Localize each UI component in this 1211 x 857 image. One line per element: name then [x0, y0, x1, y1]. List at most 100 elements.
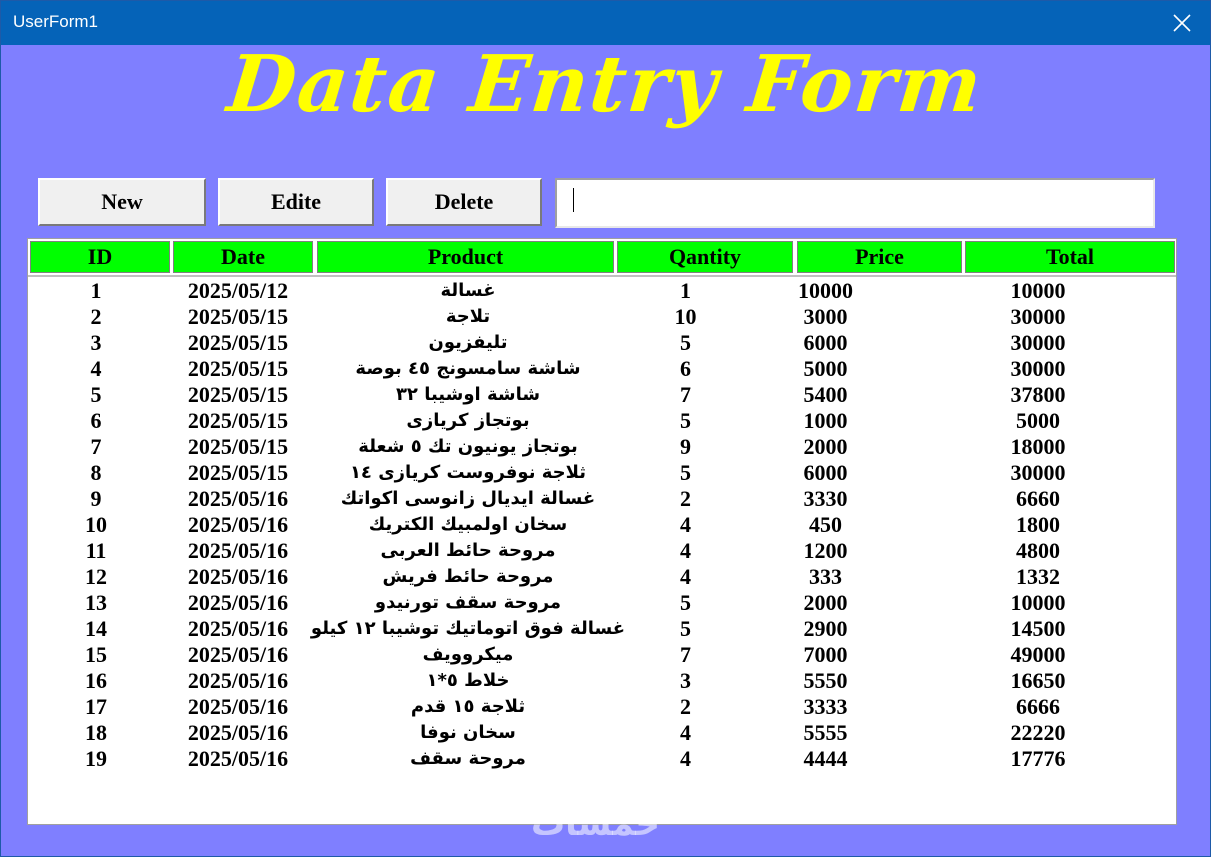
- table-row[interactable]: 10 2025/05/16 سخان اولمبيك الكتريك 4 450 1800: [28, 512, 1176, 538]
- table-row[interactable]: 6 2025/05/15 بوتجاز كريازى 5 1000 5000: [28, 408, 1176, 434]
- cell-product: تليفزيون: [428, 332, 508, 353]
- cell-price: 3333: [803, 694, 848, 719]
- cell-total: 18000: [1010, 434, 1066, 459]
- search-input[interactable]: [555, 178, 1155, 228]
- cell-total: 6666: [1016, 694, 1060, 719]
- cell-total: 10000: [1010, 278, 1066, 303]
- data-listbox[interactable]: ID Date Product Qantity Price Total 1 202…: [27, 238, 1177, 825]
- cell-date: 2025/05/15: [187, 330, 289, 355]
- cell-price: 7000: [803, 642, 848, 667]
- cell-id: 9: [90, 486, 102, 511]
- cell-product: تلاجة: [445, 306, 491, 327]
- cell-quantity: 4: [680, 746, 691, 771]
- cell-id: 6: [90, 408, 102, 433]
- cell-total: 1332: [1016, 564, 1060, 589]
- cell-product: غسالة ايديال زانوسى اكواتك: [340, 488, 596, 509]
- cell-date: 2025/05/15: [187, 460, 289, 485]
- cell-price: 1000: [803, 408, 848, 433]
- table-row[interactable]: 12 2025/05/16 مروحة حائط فريش 4 333 1332: [28, 564, 1176, 590]
- table-row[interactable]: 11 2025/05/16 مروحة حائط العربى 4 1200 4800: [28, 538, 1176, 564]
- cell-price: 2000: [803, 590, 848, 615]
- cell-product: غسالة فوق اتوماتيك توشيبا ١٢ كيلو: [310, 618, 626, 639]
- edit-button[interactable]: Edite: [218, 178, 374, 226]
- cell-quantity: 7: [680, 642, 691, 667]
- table-row[interactable]: 14 2025/05/16 غسالة فوق اتوماتيك توشيبا ١٢…: [28, 616, 1176, 642]
- table-row[interactable]: 17 2025/05/16 ثلاجة ١٥ قدم 2 3333 6666: [28, 694, 1176, 720]
- column-header-quantity[interactable]: Qantity: [617, 241, 793, 273]
- table-row[interactable]: 5 2025/05/15 شاشة اوشيبا ٣٢ 7 5400 37800: [28, 382, 1176, 408]
- column-header-id[interactable]: ID: [30, 241, 170, 273]
- cell-product: خلاط ٥*١: [426, 670, 510, 691]
- cell-price: 3330: [803, 486, 848, 511]
- cell-id: 2: [90, 304, 102, 329]
- cell-total: 17776: [1010, 746, 1066, 771]
- cell-date: 2025/05/15: [187, 408, 289, 433]
- cell-total: 4800: [1016, 538, 1060, 563]
- cell-quantity: 3: [680, 668, 691, 693]
- cell-price: 4444: [803, 746, 848, 771]
- cell-date: 2025/05/16: [187, 720, 289, 745]
- cell-total: 22220: [1010, 720, 1066, 745]
- cell-price: 333: [809, 564, 842, 589]
- cell-id: 15: [85, 642, 107, 667]
- column-header-price[interactable]: Price: [797, 241, 962, 273]
- cell-price: 6000: [803, 460, 848, 485]
- cell-total: 49000: [1010, 642, 1066, 667]
- header-divider: [28, 275, 1176, 277]
- table-row[interactable]: 13 2025/05/16 مروحة سقف تورنيدو 5 2000 10000: [28, 590, 1176, 616]
- cell-quantity: 2: [680, 694, 691, 719]
- cell-quantity: 4: [680, 564, 691, 589]
- cell-product: بوتجاز يونيون تك ٥ شعلة: [358, 436, 578, 457]
- cell-product: ميكروويف: [422, 644, 514, 665]
- cell-id: 8: [90, 460, 102, 485]
- cell-price: 5555: [803, 720, 848, 745]
- table-row[interactable]: 8 2025/05/15 ثلاجة نوفروست كريازى ١٤ 5 6000 3…: [28, 460, 1176, 486]
- cell-date: 2025/05/16: [187, 746, 289, 771]
- cell-quantity: 4: [680, 538, 691, 563]
- cell-quantity: 5: [680, 590, 691, 615]
- delete-button[interactable]: Delete: [386, 178, 542, 226]
- table-row[interactable]: 7 2025/05/15 بوتجاز يونيون تك ٥ شعلة 9 2000 1…: [28, 434, 1176, 460]
- cell-product: سخان اولمبيك الكتريك: [368, 514, 568, 535]
- cell-date: 2025/05/15: [187, 382, 289, 407]
- cell-id: 13: [85, 590, 107, 615]
- table-row[interactable]: 19 2025/05/16 مروحة سقف 4 4444 17776: [28, 746, 1176, 772]
- form-banner-title: Data Entry Form: [223, 39, 988, 130]
- column-header-date[interactable]: Date: [173, 241, 313, 273]
- new-button[interactable]: New: [38, 178, 206, 226]
- cell-quantity: 7: [680, 382, 691, 407]
- cell-total: 10000: [1010, 590, 1066, 615]
- table-row[interactable]: 18 2025/05/16 سخان نوفا 4 5555 22220: [28, 720, 1176, 746]
- cell-price: 2900: [803, 616, 848, 641]
- cell-id: 1: [90, 278, 102, 303]
- table-row[interactable]: 16 2025/05/16 خلاط ٥*١ 3 5550 16650: [28, 668, 1176, 694]
- table-row[interactable]: 1 2025/05/12 غسالة 1 10000 10000: [28, 278, 1176, 304]
- table-row[interactable]: 4 2025/05/15 شاشة سامسونج ٤٥ بوصة 6 5000 3000…: [28, 356, 1176, 382]
- cell-date: 2025/05/15: [187, 434, 289, 459]
- cell-date: 2025/05/16: [187, 642, 289, 667]
- cell-id: 3: [90, 330, 102, 355]
- cell-product: ثلاجة ١٥ قدم: [410, 696, 526, 717]
- cell-id: 16: [85, 668, 107, 693]
- column-header-product[interactable]: Product: [317, 241, 614, 273]
- table-row[interactable]: 9 2025/05/16 غسالة ايديال زانوسى اكواتك 2 33…: [28, 486, 1176, 512]
- table-row[interactable]: 15 2025/05/16 ميكروويف 7 7000 49000: [28, 642, 1176, 668]
- cell-total: 30000: [1010, 356, 1066, 381]
- cell-total: 14500: [1010, 616, 1066, 641]
- table-row[interactable]: 2 2025/05/15 تلاجة 10 3000 30000: [28, 304, 1176, 330]
- cell-quantity: 10: [674, 304, 697, 329]
- cell-price: 5550: [803, 668, 848, 693]
- close-button[interactable]: [1164, 5, 1200, 41]
- cell-id: 11: [85, 538, 107, 563]
- column-header-total[interactable]: Total: [965, 241, 1175, 273]
- cell-id: 18: [85, 720, 107, 745]
- text-caret: [573, 188, 574, 212]
- cell-id: 19: [85, 746, 107, 771]
- cell-product: مروحة سقف: [410, 748, 526, 769]
- cell-quantity: 5: [680, 460, 691, 485]
- cell-date: 2025/05/12: [187, 278, 289, 303]
- cell-total: 30000: [1010, 330, 1066, 355]
- table-row[interactable]: 3 2025/05/15 تليفزيون 5 6000 30000: [28, 330, 1176, 356]
- cell-id: 5: [90, 382, 102, 407]
- cell-id: 4: [90, 356, 102, 381]
